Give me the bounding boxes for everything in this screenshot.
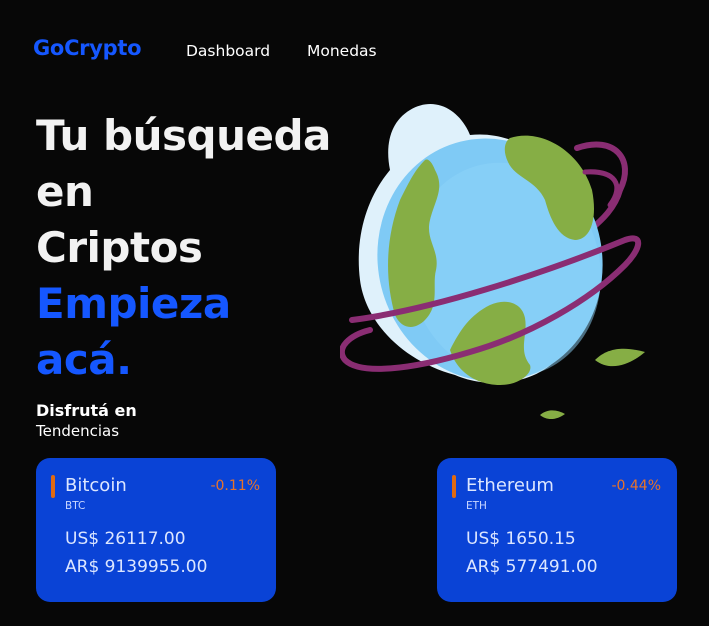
coin-accent-bar [452,475,456,498]
coin-name: Ethereum [466,475,554,496]
coin-symbol: ETH [466,500,487,512]
hero-title-line: Tu búsqueda [36,111,331,160]
coin-change: -0.44% [611,478,661,494]
hero-title-line: en [36,167,94,216]
hero-title-line: Criptos [36,223,203,272]
logo[interactable]: GoCrypto [33,36,142,60]
coin-name: Bitcoin [65,475,127,496]
coin-price-ars: AR$ 577491.00 [466,557,598,577]
coin-change: -0.11% [210,478,260,494]
coin-symbol: BTC [65,500,86,512]
subtitle-normal: Tendencias [36,422,120,440]
coin-card-ethereum[interactable]: Ethereum ETH -0.44% US$ 1650.15 AR$ 5774… [437,458,677,602]
coin-price-ars: AR$ 9139955.00 [65,557,208,577]
hero-highlight-line: Empieza [36,279,231,328]
hero-subtitle: Disfrutá en Tendencias [36,401,137,441]
coin-accent-bar [51,475,55,498]
coin-card-bitcoin[interactable]: Bitcoin BTC -0.11% US$ 26117.00 AR$ 9139… [36,458,276,602]
navbar: GoCrypto Dashboard Monedas [33,36,377,60]
nav-link-dashboard[interactable]: Dashboard [186,42,270,60]
leaf-icon [595,348,645,367]
leaf-icon [540,410,565,420]
subtitle-strong: Disfrutá en [36,401,137,420]
hero-highlight-line: acá. [36,335,132,384]
globe-icon [340,104,645,420]
hero-title: Tu búsqueda en Criptos Empieza acá. [36,108,331,388]
app-page: GoCrypto Dashboard Monedas Tu búsqueda e… [0,0,709,626]
coin-price-usd: US$ 1650.15 [466,529,576,549]
coin-price-usd: US$ 26117.00 [65,529,186,549]
nav-link-monedas[interactable]: Monedas [307,42,377,60]
